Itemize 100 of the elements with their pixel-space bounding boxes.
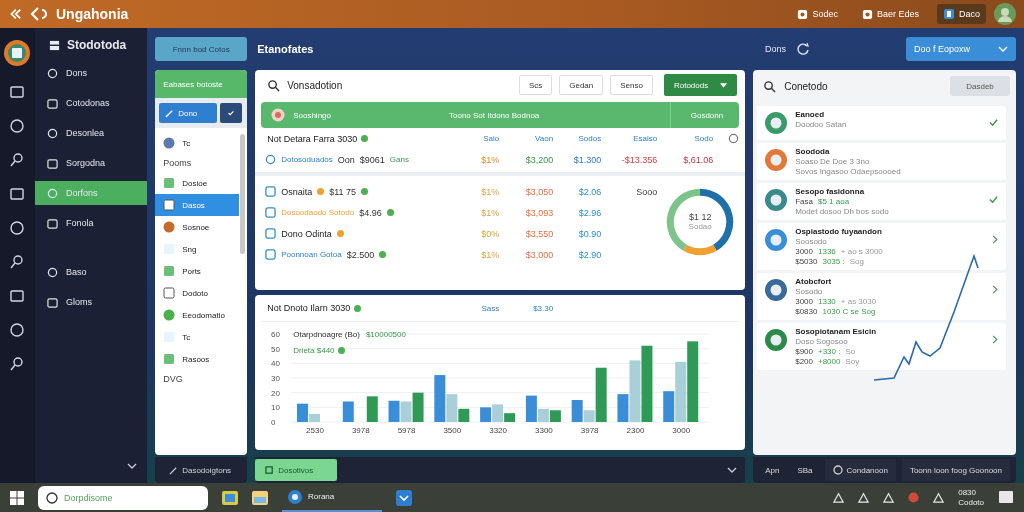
bar [480, 407, 492, 422]
search-icon[interactable] [267, 78, 281, 92]
footer-button[interactable]: Toonn loon foog Goonoon [901, 459, 1010, 481]
banner-title: Sooshingo [293, 110, 331, 120]
primary-button[interactable]: Fnnn bod Cotos [155, 37, 248, 61]
toolbar-button[interactable]: Sodec [791, 7, 844, 21]
list-item[interactable]: Sng [155, 238, 240, 260]
list-item[interactable]: Dodoto [155, 282, 240, 304]
list-heading: DVG [162, 373, 184, 386]
windows-icon[interactable] [10, 490, 24, 505]
table-caption: Not Detara Farra 3030 [267, 133, 358, 144]
sidebar-item[interactable]: Sorgodna [34, 151, 148, 175]
table-cell-text: $1% [480, 154, 500, 165]
notification-icon[interactable] [998, 489, 1014, 506]
globe-icon [288, 489, 302, 504]
column-header[interactable]: Sodos [557, 134, 602, 143]
refresh-icon[interactable] [796, 42, 810, 56]
taskbar-app[interactable]: Rorana [282, 483, 382, 512]
toolbar-button[interactable]: Baer Edes [855, 7, 925, 21]
tray-icon[interactable] [833, 492, 845, 503]
logo-icon [30, 6, 50, 22]
sidebar-item[interactable]: Dons [34, 61, 148, 85]
nav-icon[interactable] [9, 356, 26, 372]
amount: $2.500 [346, 249, 375, 260]
list-item[interactable]: Tc [155, 326, 240, 348]
sidebar-item[interactable]: Fonola [34, 211, 148, 235]
card-text: $5 1 aoa [818, 197, 850, 206]
footer-button[interactable]: Condanoon [824, 459, 896, 481]
nav-icon[interactable] [9, 220, 26, 236]
chevron-icon[interactable] [127, 463, 138, 469]
sidebar-item[interactable]: Baso [34, 260, 148, 284]
checkbox-icon[interactable] [265, 207, 277, 218]
search-field[interactable]: Dorpdisome [38, 485, 208, 510]
nav-icon[interactable] [9, 322, 26, 338]
app-icon[interactable] [4, 40, 31, 66]
nav-icon[interactable] [9, 118, 26, 134]
chevron-icon[interactable] [727, 467, 738, 473]
dropdown[interactable]: Rotodods [663, 74, 738, 96]
filter-button[interactable]: Dono [159, 103, 218, 123]
column-header[interactable]: Sodo [661, 134, 714, 143]
list-item[interactable]: Sosnoe [155, 216, 240, 238]
sidebar-item[interactable]: Cotodonas [34, 91, 148, 115]
nav-icon[interactable] [9, 152, 26, 168]
list-item[interactable]: Eeodomatio [155, 304, 240, 326]
list-item[interactable]: Ports [155, 260, 240, 282]
sidebar-item[interactable]: Desonlea [34, 121, 148, 145]
list-card[interactable]: Sosopiotanam Esicin Doso Sogosoo $900 +330 : So $200 +8000 Soy [757, 323, 1006, 370]
checkbox-icon[interactable] [265, 249, 277, 260]
list-item[interactable]: Rasoos [155, 348, 240, 370]
table-cell-text: $3,000 [524, 249, 554, 260]
account-button[interactable]: Daco [937, 4, 986, 24]
axis-label: 40 [271, 359, 281, 369]
list-item[interactable]: Dosioe [155, 172, 240, 194]
filter-button[interactable]: Gedan [559, 75, 604, 95]
tray-icon[interactable] [883, 492, 895, 503]
nav-icon[interactable] [9, 288, 26, 304]
column-header[interactable]: Esaiso [605, 134, 658, 143]
card-text: 3035 : [822, 257, 845, 266]
nav-icon[interactable] [9, 84, 26, 100]
settings-icon[interactable] [728, 133, 740, 144]
folder-icon[interactable] [252, 490, 268, 505]
column-header[interactable]: Vaon [503, 134, 554, 143]
caret-icon [720, 82, 728, 88]
action-button[interactable]: Dasdeb [950, 76, 1010, 96]
list-card[interactable]: Soododa Soaso De Doe 3 3no Sovos Ingasoo Odaepsoooed [757, 143, 1006, 180]
card-text: +330 : [818, 347, 841, 356]
list-card[interactable]: Sesopo fasidonna Fasa $5 1 aoa Modet dosoo Dh bos sodo [757, 183, 1006, 220]
table-cell-text: $1% [480, 186, 500, 197]
pen-icon [165, 108, 175, 118]
folder-icon [46, 217, 58, 229]
list-card[interactable]: Atobcfort Sosodo 3000 1330 + as 3030 $0830 1030 C se Sog [757, 273, 1006, 320]
column-header[interactable]: Saio [465, 134, 500, 143]
scrollbar[interactable] [240, 134, 246, 254]
table-cell: Gans [389, 155, 409, 164]
search-icon[interactable] [763, 79, 777, 93]
sidebar-item[interactable]: Gloms [34, 290, 148, 314]
clock-icon[interactable] [265, 154, 277, 165]
back-icon[interactable] [8, 7, 22, 21]
shield-icon[interactable] [396, 489, 412, 506]
avatar-icon[interactable] [994, 3, 1016, 25]
list-card[interactable]: Ospiastodo fuyaandon Soosodo 3000 1336 + ao s 3000 $5030 3035 : Sog [757, 223, 1006, 270]
nav-icon[interactable] [9, 254, 26, 270]
filter-button[interactable]: Senso [610, 75, 653, 95]
table-cell: Oon [337, 154, 355, 165]
list-item[interactable]: Tc [155, 132, 240, 154]
list-card[interactable]: Eanoed Doodoo Satan [757, 106, 1006, 140]
footer-button[interactable]: SBa [791, 465, 819, 475]
filter-button[interactable]: Scs [518, 75, 553, 95]
footer-button[interactable]: Apn [759, 465, 786, 475]
card-text: Modet dosoo Dh bos sodo [795, 207, 889, 216]
card-text: + ao s 3000 [840, 247, 883, 256]
toggle-button[interactable] [220, 103, 243, 123]
image-icon[interactable] [222, 490, 238, 505]
checkbox-icon[interactable] [265, 228, 277, 239]
footer-button[interactable]: Dosotivos [255, 459, 338, 481]
bar [366, 396, 378, 422]
nav-icon[interactable] [9, 186, 26, 202]
checkbox-icon[interactable] [265, 186, 277, 197]
tray-icon[interactable] [933, 492, 945, 503]
tray-icon[interactable] [858, 492, 870, 503]
